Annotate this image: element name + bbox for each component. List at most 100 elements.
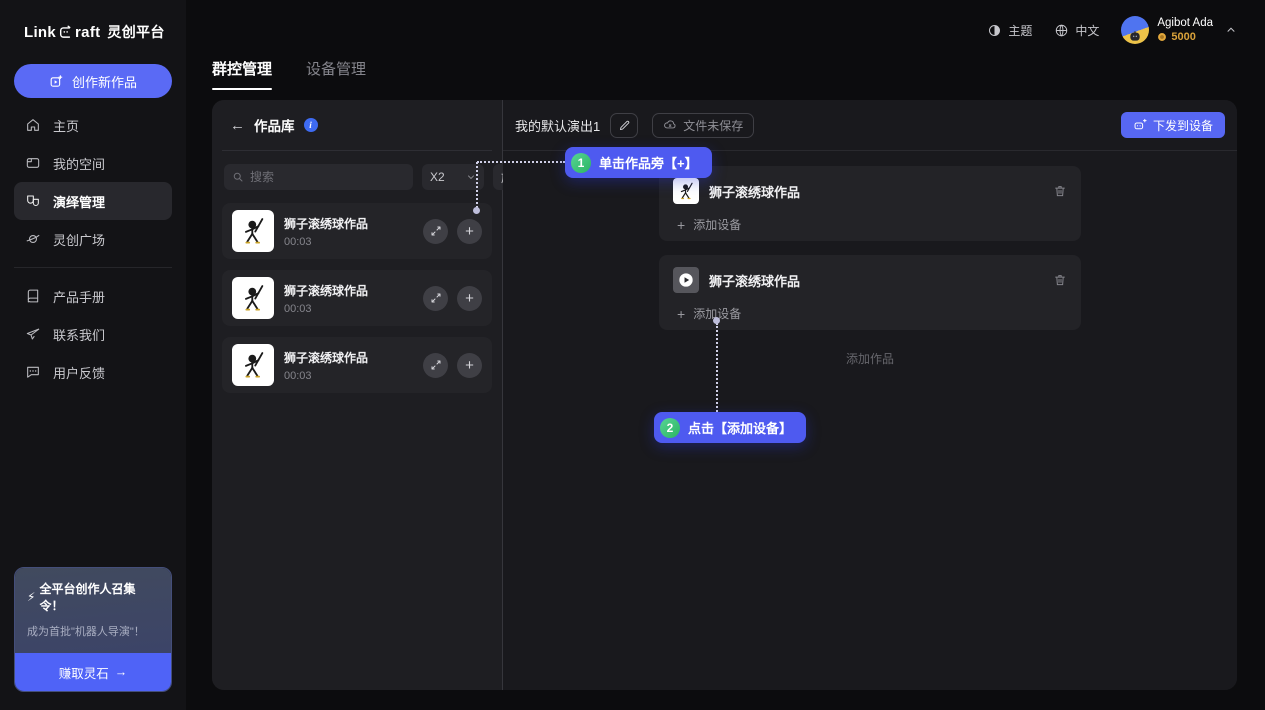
tab-device-management[interactable]: 设备管理 [306,58,366,90]
save-status-label: 文件未保存 [683,117,743,134]
logo-text-post: raft [75,24,100,41]
works-list: 狮子滚绣球作品 00:03 + 狮子滚绣球作品 00:03 [222,203,492,393]
work-title: 狮子滚绣球作品 [284,349,368,366]
sidebar-item-user-feedback[interactable]: 用户反馈 [14,353,172,391]
library-controls: X2 旗舰版 [224,164,490,190]
row-thumbnail [673,178,699,204]
work-card[interactable]: 狮子滚绣球作品 00:03 + [222,337,492,393]
add-work-hint[interactable]: 添加作品 [503,350,1237,367]
add-device-label: 添加设备 [693,216,741,233]
sidebar-item-home[interactable]: 主页 [14,106,172,144]
sidebar-item-label: 灵创广场 [53,230,105,249]
pencil-icon [618,119,631,132]
robot-figure-image [675,180,697,202]
globe-icon [1054,23,1069,38]
platform-name: 灵创平台 [107,22,164,42]
create-new-work-label: 创作新作品 [72,72,137,91]
row-thumbnail-playing[interactable] [673,267,699,293]
work-duration: 00:03 [284,303,368,315]
add-device-button[interactable]: + 添加设备 [673,305,1067,322]
info-icon[interactable]: i [304,118,318,132]
work-info: 狮子滚绣球作品 00:03 [284,282,368,315]
chevron-down-icon [466,172,476,182]
plus-icon: + [677,218,685,232]
sidebar-divider [14,267,172,268]
deploy-label: 下发到设备 [1153,117,1213,134]
feedback-icon [25,364,41,380]
sidebar-item-label: 产品手册 [53,287,105,306]
speed-filter-dropdown[interactable]: X2 [422,164,484,190]
work-duration: 00:03 [284,370,368,382]
save-status-badge: 文件未保存 [652,113,754,138]
space-icon [25,155,41,171]
preview-expand-button[interactable] [423,353,448,378]
promo-title: ⚡ 全平台创作人召集令！ [27,580,159,614]
expand-icon [430,359,442,371]
tab-group-control[interactable]: 群控管理 [212,58,272,90]
theme-icon [987,23,1002,38]
work-title: 狮子滚绣球作品 [284,215,368,232]
coin-icon [1157,32,1167,42]
earn-gems-button[interactable]: 赚取灵石 → [15,653,171,691]
preview-expand-button[interactable] [423,286,448,311]
plaza-icon [25,231,41,247]
sidebar-item-label: 联系我们 [53,325,105,344]
work-thumbnail [232,277,274,319]
plus-icon: + [465,224,474,239]
tab-label: 群控管理 [212,61,272,78]
logo-text-pre: Link [24,24,56,41]
theme-toggle[interactable]: 主题 [987,22,1032,39]
create-video-icon [49,74,64,89]
add-device-label: 添加设备 [693,305,741,322]
sidebar-item-my-space[interactable]: 我的空间 [14,144,172,182]
active-tab-underline [212,88,272,90]
coin-balance: 5000 [1157,31,1213,43]
plus-icon: + [677,307,685,321]
search-box[interactable] [224,164,413,190]
user-meta: Agibot Ada 5000 [1157,17,1213,43]
work-actions: + [423,286,482,311]
delete-row-button[interactable] [1053,273,1067,287]
delete-row-button[interactable] [1053,184,1067,198]
show-title: 我的默认演出1 [515,116,600,135]
create-new-work-button[interactable]: 创作新作品 [14,64,172,98]
rename-show-button[interactable] [610,113,638,138]
trash-icon [1053,273,1067,287]
preview-expand-button[interactable] [423,219,448,244]
row-header: 狮子滚绣球作品 [673,178,1067,204]
sidebar-item-label: 主页 [53,116,79,135]
add-work-to-show-button[interactable]: + [457,219,482,244]
show-rows: 狮子滚绣球作品 + 添加设备 狮子滚绣 [659,166,1081,344]
trash-icon [1053,184,1067,198]
user-menu[interactable]: Agibot Ada 5000 [1121,16,1237,44]
search-input[interactable] [250,170,405,184]
back-button[interactable]: ← [230,117,245,134]
plus-icon: + [465,291,474,306]
work-card[interactable]: 狮子滚绣球作品 00:03 + [222,203,492,259]
add-device-button[interactable]: + 添加设备 [673,216,1067,233]
sidebar-item-plaza[interactable]: 灵创广场 [14,220,172,258]
add-work-to-show-button[interactable]: + [457,286,482,311]
sidebar-item-product-manual[interactable]: 产品手册 [14,277,172,315]
tab-label: 设备管理 [306,61,366,78]
robot-figure-image [236,214,270,248]
show-canvas: 我的默认演出1 文件未保存 下发到设备 狮子滚绣球作品 [503,100,1237,690]
show-work-row: 狮子滚绣球作品 + 添加设备 [659,166,1081,241]
library-title: 作品库 [254,115,295,135]
show-work-row: 狮子滚绣球作品 + 添加设备 [659,255,1081,330]
language-label: 中文 [1075,22,1099,39]
cloud-unsaved-icon [663,118,677,132]
sidebar-item-performance-management[interactable]: 演绎管理 [14,182,172,220]
work-actions: + [423,219,482,244]
work-info: 狮子滚绣球作品 00:03 [284,215,368,248]
sidebar-item-label: 用户反馈 [53,363,105,382]
deploy-to-devices-button[interactable]: 下发到设备 [1121,112,1225,138]
language-switcher[interactable]: 中文 [1054,22,1099,39]
chevron-up-icon [1225,24,1237,36]
sidebar-item-contact-us[interactable]: 联系我们 [14,315,172,353]
contact-icon [25,326,41,342]
add-work-to-show-button[interactable]: + [457,353,482,378]
earn-gems-label: 赚取灵石 [59,663,109,682]
work-title: 狮子滚绣球作品 [284,282,368,299]
work-card[interactable]: 狮子滚绣球作品 00:03 + [222,270,492,326]
